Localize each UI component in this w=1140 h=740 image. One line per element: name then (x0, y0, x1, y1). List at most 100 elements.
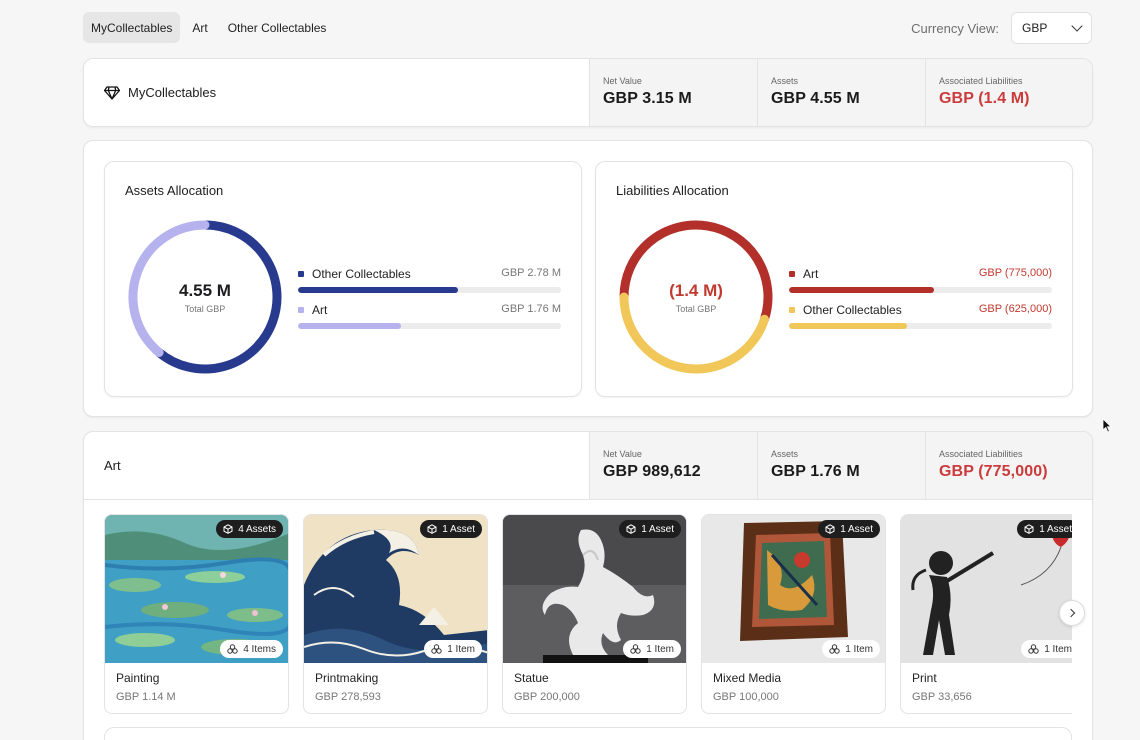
legend-value: GBP 2.78 M (501, 267, 561, 279)
three-circles-icon (431, 644, 442, 654)
art-assets-stat: Assets GBP 1.76 M (757, 432, 925, 499)
painting-thumbnail: 4 Assets 4 Items (105, 515, 288, 663)
asset-count-badge: 1 Asset (619, 520, 681, 538)
allocation-bar-fill (298, 287, 459, 293)
category-name: Print (912, 671, 937, 685)
category-name: Mixed Media (713, 671, 782, 685)
liabilities-legend: Art GBP (775,000) Other Collectables GBP… (789, 267, 1052, 339)
item-count-badge: 1 Item (1021, 640, 1072, 658)
legend-value: GBP 1.76 M (501, 303, 561, 315)
tab-other-collectables[interactable]: Other Collectables (220, 12, 335, 43)
portfolio-title-text: MyCollectables (128, 85, 217, 100)
art-net-value-label: Net Value (603, 449, 642, 459)
cube-icon (825, 524, 835, 534)
three-circles-icon (1028, 644, 1039, 654)
net-value-label: Net Value (603, 76, 642, 86)
legend-item-other-collectables[interactable]: Other Collectables GBP 2.78 M (298, 267, 561, 303)
art-assets-label: Assets (771, 449, 799, 459)
currency-select[interactable]: GBP (1011, 12, 1092, 44)
art-liabilities-label: Associated Liabilities (939, 449, 1023, 459)
category-name: Printmaking (315, 671, 379, 685)
category-value: GBP 33,656 (912, 691, 972, 703)
item-count-badge: 1 Item (623, 640, 681, 658)
asset-count-badge: 1 Asset (420, 520, 482, 538)
category-name: Painting (116, 671, 160, 685)
liabilities-total-value: (1.4 M) (669, 280, 723, 300)
three-circles-icon (227, 644, 238, 654)
category-card-print[interactable]: 1 Asset 1 Item Print GBP 33,656 (900, 514, 1072, 714)
allocation-bar (789, 323, 1052, 329)
asset-count-text: 1 Asset (840, 523, 873, 535)
liabilities-label: Associated Liabilities (939, 76, 1023, 86)
net-value-amount: GBP 3.15 M (603, 90, 692, 107)
three-circles-icon (630, 644, 641, 654)
tab-mycollectables[interactable]: MyCollectables (83, 12, 181, 43)
carousel-next-button[interactable] (1059, 600, 1085, 626)
assets-amount: GBP 4.55 M (771, 90, 860, 107)
legend-label: Art (312, 303, 328, 317)
chevron-down-icon (1071, 20, 1083, 32)
cube-icon (223, 524, 233, 534)
currency-view: Currency View: GBP (911, 12, 1092, 44)
legend-item-other-collectables[interactable]: Other Collectables GBP (625,000) (789, 303, 1052, 339)
asset-count-text: 4 Assets (238, 523, 276, 535)
art-category-carousel: 4 Assets 4 Items Painting GBP 1.14 M 1 A… (104, 514, 1072, 714)
asset-count-text: 1 Asset (1039, 523, 1072, 535)
page: MyCollectables Art Other Collectables Cu… (0, 0, 1140, 740)
category-card-mixed-media[interactable]: 1 Asset 1 Item Mixed Media GBP 100,000 (701, 514, 886, 714)
legend-dot (789, 307, 795, 313)
legend-dot (789, 271, 795, 277)
liabilities-total-label: Total GBP (675, 303, 717, 314)
printmaking-thumbnail: 1 Asset 1 Item (304, 515, 487, 663)
three-circles-icon (829, 644, 840, 654)
category-card-painting[interactable]: 4 Assets 4 Items Painting GBP 1.14 M (104, 514, 289, 714)
chevron-right-icon (1066, 608, 1076, 618)
item-count-text: 1 Item (845, 643, 873, 655)
art-liabilities-amount: GBP (775,000) (939, 463, 1048, 480)
legend-dot (298, 307, 304, 313)
item-count-badge: 1 Item (424, 640, 482, 658)
item-count-badge: 1 Item (822, 640, 880, 658)
asset-count-text: 1 Asset (641, 523, 674, 535)
liabilities-allocation-card: Liabilities Allocation (1.4 M) Total GBP… (595, 161, 1073, 397)
legend-item-art[interactable]: Art GBP (775,000) (789, 267, 1052, 303)
top-nav: MyCollectables Art Other Collectables (83, 12, 334, 43)
legend-dot (298, 271, 304, 277)
allocation-bar (789, 287, 1052, 293)
legend-label: Other Collectables (803, 303, 902, 317)
category-value: GBP 278,593 (315, 691, 381, 703)
assets-allocation-card: Assets Allocation 4.55 M Total GBP Other… (104, 161, 582, 397)
art-net-value-amount: GBP 989,612 (603, 463, 701, 480)
allocation-bar (298, 287, 561, 293)
print-thumbnail: 1 Asset 1 Item (901, 515, 1072, 663)
category-name: Statue (514, 671, 549, 685)
item-count-text: 4 Items (243, 643, 276, 655)
currency-select-value: GBP (1022, 21, 1048, 35)
assets-legend: Other Collectables GBP 2.78 M Art GBP 1.… (298, 267, 561, 339)
statue-thumbnail: 1 Asset 1 Item (503, 515, 686, 663)
category-card-printmaking[interactable]: 1 Asset 1 Item Printmaking GBP 278,593 (303, 514, 488, 714)
section-divider (84, 499, 1092, 500)
category-card-statue[interactable]: 1 Asset 1 Item Statue GBP 200,000 (502, 514, 687, 714)
allocation-section: Assets Allocation 4.55 M Total GBP Other… (83, 140, 1093, 417)
liabilities-allocation-title: Liabilities Allocation (616, 183, 729, 198)
art-section-title: Art (104, 458, 121, 473)
assets-stat: Assets GBP 4.55 M (757, 59, 925, 126)
tab-art[interactable]: Art (184, 12, 215, 43)
assets-total-value: 4.55 M (179, 280, 231, 300)
assets-label: Assets (771, 76, 799, 86)
legend-value: GBP (625,000) (978, 303, 1052, 315)
liabilities-amount: GBP (1.4 M) (939, 90, 1030, 107)
assets-allocation-title: Assets Allocation (125, 183, 224, 198)
allocation-bar-fill (789, 323, 908, 329)
asset-count-text: 1 Asset (442, 523, 475, 535)
cube-icon (626, 524, 636, 534)
item-count-badge: 4 Items (220, 640, 283, 658)
net-value-stat: Net Value GBP 3.15 M (589, 59, 757, 126)
category-value: GBP 200,000 (514, 691, 580, 703)
assets-total-label: Total GBP (184, 303, 226, 314)
legend-item-art[interactable]: Art GBP 1.76 M (298, 303, 561, 339)
cube-icon (427, 524, 437, 534)
item-count-text: 1 Item (1044, 643, 1072, 655)
art-assets-amount: GBP 1.76 M (771, 463, 860, 480)
